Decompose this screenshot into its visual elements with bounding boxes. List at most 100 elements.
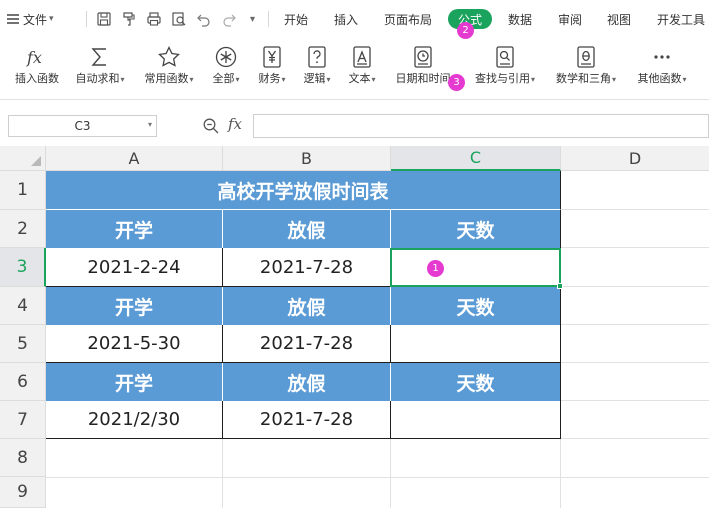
cell-b3[interactable]: 2021-7-28: [223, 248, 391, 287]
cell-b7[interactable]: 2021-7-28: [223, 401, 391, 439]
format-painter-icon[interactable]: [120, 10, 138, 28]
column-header-d[interactable]: D: [561, 146, 709, 171]
tab-home-label: 开始: [284, 12, 309, 27]
header-end-label: 放假: [287, 219, 326, 242]
hamburger-icon[interactable]: [6, 0, 20, 38]
gridline: [561, 247, 709, 248]
row-header-7[interactable]: 7: [0, 401, 46, 439]
ribbon: fx 插入函数 自动求和▾ 常用函数▾ 全部▾ 财务▾ 逻辑▾ 文本▾ 日期和时…: [0, 38, 709, 100]
column-header-b[interactable]: B: [223, 146, 391, 171]
table-title-cell[interactable]: 高校开学放假时间表: [46, 171, 561, 210]
cell-c7[interactable]: [391, 401, 561, 439]
all-functions-label: 全部: [212, 72, 235, 85]
file-menu[interactable]: 文件 ▾: [23, 0, 54, 38]
start-date-1: 2021-2-24: [87, 256, 181, 278]
text-functions-label: 文本: [348, 72, 371, 85]
header-cell-end[interactable]: 放假: [223, 287, 391, 325]
cell-c5[interactable]: [391, 325, 561, 363]
gridline: [561, 438, 709, 439]
menu-divider: [268, 11, 269, 27]
yen-icon: [260, 42, 284, 72]
name-box[interactable]: C3 ▾: [8, 115, 157, 137]
row-header-4[interactable]: 4: [0, 287, 46, 325]
tab-developer[interactable]: 开发工具: [657, 0, 705, 38]
formula-input[interactable]: [253, 114, 709, 138]
autosum-label: 自动求和: [75, 72, 120, 85]
header-cell-start[interactable]: 开学: [46, 363, 223, 401]
header-days-label: 天数: [456, 296, 495, 319]
start-date-2: 2021-5-30: [87, 333, 181, 354]
tab-review-label: 审阅: [558, 12, 583, 27]
tab-home[interactable]: 开始: [284, 0, 308, 38]
math-trig-button[interactable]: 数学和三角▾: [550, 38, 622, 100]
gridline: [222, 439, 223, 508]
row-header-8[interactable]: 8: [0, 439, 46, 477]
tab-view[interactable]: 视图: [607, 0, 631, 38]
logical-label: 逻辑: [303, 72, 326, 85]
save-icon[interactable]: [95, 10, 113, 28]
gridline: [561, 286, 709, 287]
row-header-5[interactable]: 5: [0, 325, 46, 363]
gridline: [46, 477, 709, 478]
undo-icon[interactable]: [195, 10, 213, 28]
header-cell-start[interactable]: 开学: [46, 210, 223, 248]
header-cell-start[interactable]: 开学: [46, 287, 223, 325]
date-time-button[interactable]: 日期和时间: [388, 38, 458, 100]
gridline: [561, 362, 709, 363]
math-trig-caret: ▾: [611, 75, 616, 84]
redo-icon[interactable]: [220, 10, 238, 28]
cell-b5[interactable]: 2021-7-28: [223, 325, 391, 363]
header-cell-days[interactable]: 天数: [391, 210, 561, 248]
header-cell-end[interactable]: 放假: [223, 363, 391, 401]
gridline: [561, 209, 709, 210]
row-header-1[interactable]: 1: [0, 171, 46, 210]
annotation-badge-2: 2: [457, 22, 474, 39]
date-time-label: 日期和时间: [395, 72, 451, 85]
zoom-icon[interactable]: [202, 117, 220, 135]
name-box-caret: ▾: [147, 120, 152, 129]
more-functions-button[interactable]: 其他函数▾: [630, 38, 694, 100]
row-header-9[interactable]: 9: [0, 477, 46, 508]
column-header-a[interactable]: A: [46, 146, 223, 171]
common-functions-button[interactable]: 常用函数▾: [138, 38, 200, 100]
tab-data[interactable]: 数据: [508, 0, 532, 38]
autosum-button[interactable]: 自动求和▾: [70, 38, 130, 100]
asterisk-icon: [214, 42, 238, 72]
insert-function-button[interactable]: fx 插入函数: [10, 38, 64, 100]
header-cell-end[interactable]: 放假: [223, 210, 391, 248]
gridline: [560, 439, 561, 508]
menu-bar: 文件 ▾ ▾ 开始 插入 页面布局 公式 数据 审阅 视图 开发工具: [0, 0, 709, 38]
more-functions-label: 其他函数: [637, 72, 682, 85]
row-header-3[interactable]: 3: [0, 248, 46, 287]
quick-access-more[interactable]: ▾: [250, 0, 255, 38]
more-icon: [650, 42, 674, 72]
row-header-6[interactable]: 6: [0, 363, 46, 401]
tab-page-layout[interactable]: 页面布局: [384, 0, 432, 38]
all-functions-button[interactable]: 全部▾: [206, 38, 246, 100]
tab-review[interactable]: 审阅: [558, 0, 582, 38]
header-start-label: 开学: [114, 219, 153, 242]
select-all-corner[interactable]: [0, 146, 46, 171]
math-trig-label: 数学和三角: [555, 72, 611, 85]
header-cell-days[interactable]: 天数: [391, 287, 561, 325]
print-icon[interactable]: [145, 10, 163, 28]
tab-insert[interactable]: 插入: [334, 0, 358, 38]
cell-c3[interactable]: [391, 248, 561, 287]
row-header-2[interactable]: 2: [0, 210, 46, 248]
cell-a5[interactable]: 2021-5-30: [46, 325, 223, 363]
gridline: [561, 400, 709, 401]
all-functions-caret: ▾: [235, 75, 240, 84]
fx-button[interactable]: fx: [228, 115, 242, 133]
header-cell-days[interactable]: 天数: [391, 363, 561, 401]
logical-button[interactable]: 逻辑▾: [297, 38, 337, 100]
cell-a3[interactable]: 2021-2-24: [46, 248, 223, 287]
cell-a7[interactable]: 2021/2/30: [46, 401, 223, 439]
header-days-label: 天数: [456, 372, 495, 395]
print-preview-icon[interactable]: [170, 10, 188, 28]
tab-insert-label: 插入: [334, 12, 359, 27]
financial-button[interactable]: 财务▾: [252, 38, 292, 100]
text-functions-button[interactable]: 文本▾: [342, 38, 382, 100]
end-date-2: 2021-7-28: [259, 333, 354, 354]
lookup-reference-button[interactable]: 查找与引用▾: [470, 38, 540, 100]
column-header-c[interactable]: C: [391, 146, 561, 171]
